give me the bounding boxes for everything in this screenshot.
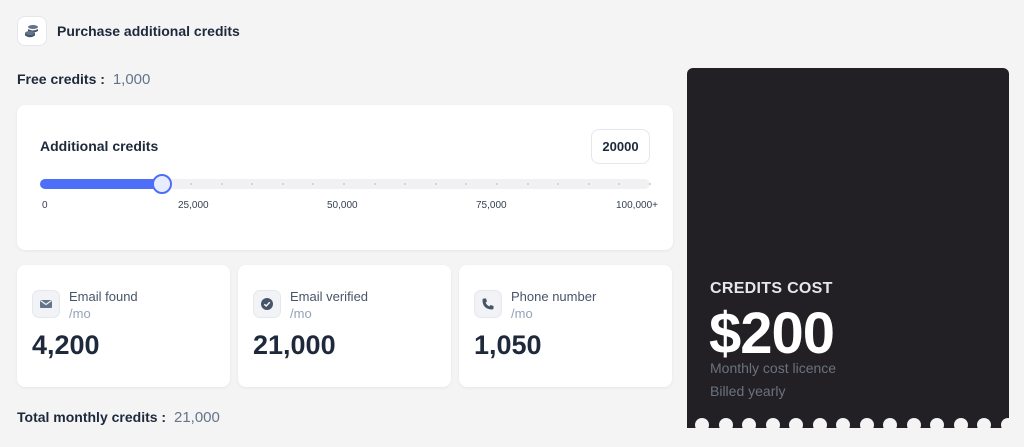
- slider-step-dot: [618, 183, 621, 185]
- slider-tick-label: 0: [42, 200, 48, 211]
- ticket-perforation: [1000, 418, 1009, 428]
- stat-value: 4,200: [32, 330, 100, 360]
- credits-slider-track[interactable]: [40, 179, 651, 189]
- credits-cost-card: CREDITS COST $200 Monthly cost licence B…: [687, 68, 1009, 428]
- additional-credits-title: Additional credits: [40, 138, 159, 154]
- coins-icon: [17, 16, 47, 46]
- stat-card-email-verified: Email verified /mo 21,000: [238, 265, 451, 387]
- slider-step-dot: [220, 183, 223, 185]
- mail-icon: [32, 290, 60, 318]
- slider-step-dot: [343, 183, 345, 185]
- ticket-perforation: [977, 418, 991, 428]
- slider-step-dot: [281, 183, 284, 185]
- check-circle-icon: [253, 290, 281, 318]
- page-header: Purchase additional credits: [17, 16, 240, 46]
- total-credits-label: Total monthly credits :: [17, 409, 167, 425]
- free-credits-label: Free credits :: [17, 71, 105, 87]
- slider-step-dot: [190, 183, 192, 185]
- stat-card-phone-number: Phone number /mo 1,050: [459, 265, 672, 387]
- ticket-perforation: [789, 418, 803, 428]
- slider-step-dot: [496, 183, 498, 185]
- free-credits: Free credits : 1,000: [17, 71, 150, 88]
- ticket-perforation: [930, 418, 944, 428]
- stat-value: 1,050: [474, 330, 542, 360]
- stat-unit: /mo: [290, 306, 312, 321]
- ticket-perforation: [765, 418, 780, 428]
- slider-step-dot: [465, 183, 468, 185]
- additional-credits-card: Additional credits 0 25,000 50,000 75,000 10…: [17, 105, 673, 250]
- slider-tick-label: 25,000: [178, 200, 209, 211]
- stat-card-email-found: Email found /mo 4,200: [17, 265, 230, 387]
- credits-cost-subtitle: Monthly cost licence: [710, 360, 837, 376]
- ticket-perforation: [812, 418, 827, 428]
- ticket-perforation: [695, 418, 709, 428]
- phone-icon: [474, 290, 502, 318]
- slider-step-dot: [312, 183, 315, 185]
- stat-label: Email verified: [290, 289, 369, 304]
- ticket-perforation: [953, 418, 968, 428]
- slider-step-dot: [557, 183, 560, 185]
- credits-cost-billing: Billed yearly: [710, 383, 786, 399]
- slider-step-dot: [251, 183, 254, 185]
- slider-tick-label: 75,000: [476, 200, 507, 211]
- slider-step-dot: [373, 183, 376, 185]
- ticket-perforation: [718, 418, 733, 428]
- slider-tick-label: 100,000+: [616, 200, 658, 211]
- stat-unit: /mo: [511, 306, 533, 321]
- slider-step-dot: [526, 183, 529, 185]
- credits-amount-input[interactable]: [591, 129, 650, 164]
- slider-step-dot: [404, 183, 407, 185]
- slider-step-dot: [434, 183, 437, 185]
- ticket-perforation: [906, 418, 921, 428]
- ticket-perforation: [742, 418, 756, 428]
- slider-tick-label: 50,000: [327, 200, 358, 211]
- page-title: Purchase additional credits: [57, 23, 240, 39]
- total-monthly-credits: Total monthly credits : 21,000: [17, 409, 220, 426]
- slider-step-dot: [649, 183, 651, 185]
- ticket-perforation: [859, 418, 874, 428]
- free-credits-value: 1,000: [112, 71, 151, 88]
- stat-unit: /mo: [69, 306, 91, 321]
- stat-label: Email found: [69, 289, 138, 304]
- total-credits-value: 21,000: [173, 409, 220, 426]
- credits-cost-title: CREDITS COST: [710, 280, 833, 297]
- credits-cost-value: $200: [709, 301, 835, 366]
- credits-slider-fill: [40, 179, 162, 189]
- ticket-perforation: [836, 418, 850, 428]
- stat-label: Phone number: [511, 289, 597, 304]
- stat-value: 21,000: [253, 330, 336, 360]
- slider-step-dot: [587, 183, 590, 185]
- ticket-perforation: [883, 418, 897, 428]
- credits-slider-thumb[interactable]: [152, 174, 172, 194]
